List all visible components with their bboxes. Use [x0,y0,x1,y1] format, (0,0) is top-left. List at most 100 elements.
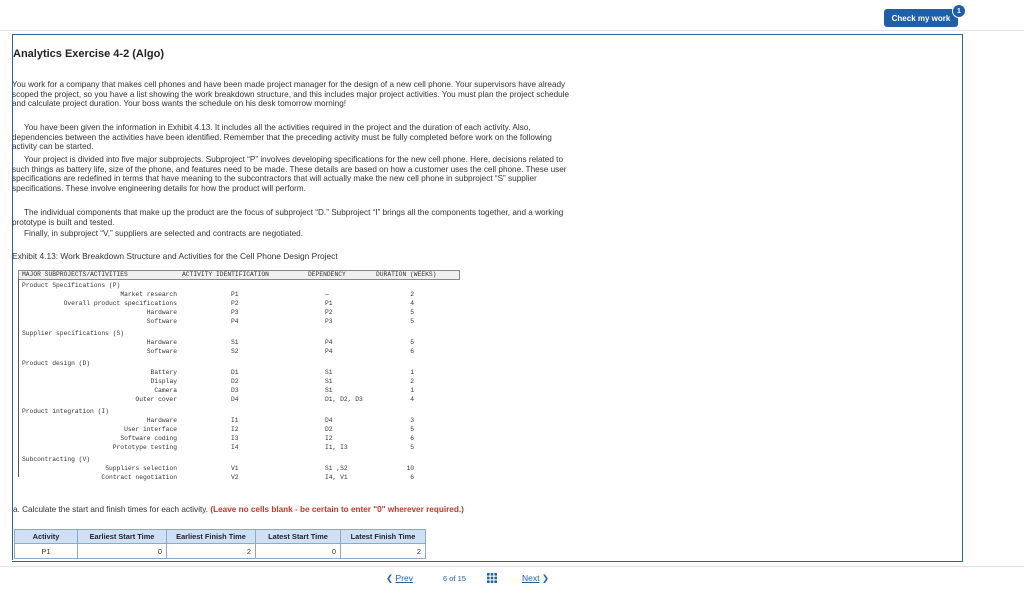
latest-finish-input[interactable]: 2 [340,543,426,559]
exhibit-activity-duration: 5 [410,318,414,325]
exhibit-activity-dependency: P4 [325,348,333,355]
exhibit-activity-name: Overall product specifications [63,300,177,307]
earliest-start-value[interactable]: 0 [79,547,165,556]
footer-divider [0,566,1024,567]
answer-header-earliest-finish: Earliest Finish Time [166,529,256,544]
question-emphasis: (Leave no cells blank - be certain to en… [210,505,464,514]
next-label: Next [522,573,540,583]
exhibit-activity-id: S2 [231,348,239,355]
earliest-finish-input[interactable]: 2 [166,543,256,559]
latest-finish-value[interactable]: 2 [342,547,424,556]
exhibit-activity-name: Market research [120,291,177,298]
exhibit-header-id: ACTIVITY IDENTIFICATION [182,271,269,278]
exhibit-activity-id: P3 [231,309,239,316]
exhibit-activity-name: Outer cover [135,396,177,403]
exhibit-activity-id: V2 [231,474,239,481]
exhibit-activity-id: D2 [231,378,239,385]
exhibit-activity-name: Hardware [146,309,177,316]
exhibit-activity-name: Software [146,348,177,355]
exhibit-table: MAJOR SUBPROJECTS/ACTIVITIES ACTIVITY ID… [14,269,460,481]
earliest-finish-value[interactable]: 2 [168,547,254,556]
exhibit-activity-dependency: D4 [325,417,333,424]
exhibit-activity-dependency: I4, V1 [325,474,348,481]
exhibit-activity-name: Hardware [146,339,177,346]
exhibit-activity-id: I1 [231,417,239,424]
exhibit-activity-id: S1 [231,339,239,346]
exhibit-group-label: Supplier specifications (S) [22,330,125,337]
exhibit-activity-duration: 4 [410,300,414,307]
page-separator: of [449,574,456,583]
exhibit-activity-dependency: S1 [325,387,333,394]
exhibit-activity-duration: 5 [410,309,414,316]
exhibit-activity-id: V1 [231,465,239,472]
exhibit-activity-dependency: S1 [325,378,333,385]
paragraph-subcontracting: Finally, in subproject “V,” suppliers ar… [24,229,303,238]
exhibit-activity-id: D1 [231,369,239,376]
answer-header-activity: Activity [14,529,78,544]
exhibit-activity-dependency: P2 [325,309,333,316]
exhibit-activity-name: User interface [124,426,177,433]
exhibit-activity-id: P2 [231,300,239,307]
exhibit-header-dependency: DEPENDENCY [308,271,346,278]
exhibit-activity-id: D4 [231,396,239,403]
prev-button[interactable]: ❮ Prev [386,573,413,584]
paragraph-subprojects: Your project is divided into five major … [12,155,567,193]
page-total: 15 [457,574,466,583]
exhibit-activity-id: I3 [231,435,239,442]
check-my-work-button[interactable]: Check my work [884,9,958,27]
exhibit-activity-dependency: I2 [325,435,333,442]
exhibit-activity-name: Suppliers selection [105,465,177,472]
answer-table: Activity Earliest Start Time Earliest Fi… [14,529,426,559]
exhibit-group-label: Subcontracting (V) [22,456,91,463]
question-panel-border [12,34,13,560]
latest-start-value[interactable]: 0 [257,547,339,556]
exhibit-activity-name: Battery [150,369,177,376]
exhibit-activity-duration: 6 [410,474,414,481]
page-current: 6 [443,574,448,583]
exhibit-activity-id: P1 [231,291,239,298]
prev-label: Prev [395,573,413,583]
exhibit-activity-id: P4 [231,318,239,325]
exhibit-activity-duration: 5 [410,426,414,433]
next-button[interactable]: Next ❯ [522,573,549,584]
exhibit-activity-duration: 1 [410,369,414,376]
exhibit-activity-duration: 1 [410,387,414,394]
exhibit-group-label: Product integration (I) [22,408,109,415]
exhibit-activity-dependency: D2 [325,426,333,433]
exhibit-activity-duration: 2 [410,291,414,298]
exhibit-activity-duration: 4 [410,396,414,403]
exhibit-activity-dependency: P4 [325,339,333,346]
exhibit-activity-duration: 10 [406,465,414,472]
latest-start-input[interactable]: 0 [255,543,341,559]
check-count-badge: 1 [952,4,966,18]
exhibit-header-duration: DURATION (WEEKS) [376,271,437,278]
grid-icon[interactable] [487,573,497,583]
exhibit-header-activities: MAJOR SUBPROJECTS/ACTIVITIES [22,271,128,278]
exhibit-activity-dependency: I1, I3 [325,444,348,451]
chevron-right-icon: ❯ [541,573,549,583]
paragraph-intro: You work for a company that makes cell p… [12,80,570,109]
exhibit-activity-name: Contract negotiation [101,474,177,481]
question-text: a. Calculate the start and finish times … [13,505,464,514]
exhibit-activity-name: Software coding [120,435,177,442]
chevron-left-icon: ❮ [386,573,394,583]
exhibit-activity-dependency: S1 ,S2 [325,465,348,472]
exhibit-activity-duration: 5 [410,444,414,451]
question-prefix: a. Calculate the start and finish times … [13,505,209,514]
exhibit-activity-dependency: — [325,291,329,298]
answer-row: P1 0 2 0 2 [14,543,426,559]
exhibit-activity-name: Hardware [146,417,177,424]
paragraph-components: The individual components that make up t… [12,208,564,227]
exhibit-activity-duration: 5 [410,339,414,346]
exhibit-activity-id: I2 [231,426,239,433]
exhibit-activity-id: D3 [231,387,239,394]
exhibit-caption: Exhibit 4.13: Work Breakdown Structure a… [12,251,338,261]
answer-header-latest-finish: Latest Finish Time [340,529,426,544]
earliest-start-input[interactable]: 0 [77,543,167,559]
exhibit-activity-id: I4 [231,444,239,451]
exhibit-group-label: Product Specifications (P) [22,282,121,289]
exhibit-activity-name: Prototype testing [112,444,177,451]
answer-activity-cell: P1 [14,543,78,559]
exhibit-activity-duration: 2 [410,378,414,385]
exhibit-activity-dependency: P3 [325,318,333,325]
